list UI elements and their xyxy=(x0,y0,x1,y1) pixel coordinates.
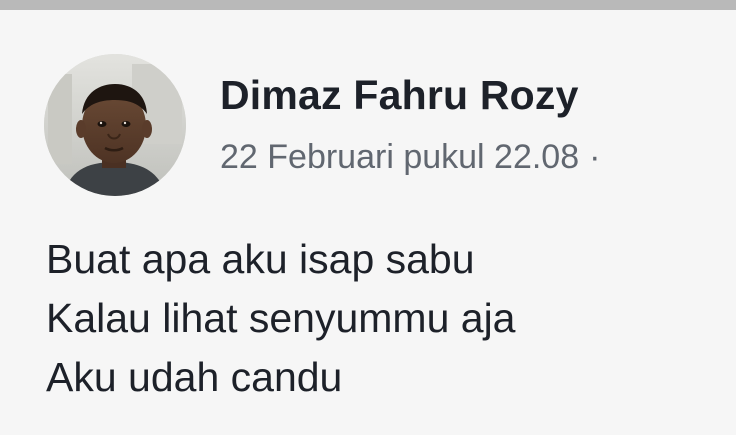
post-meta: 22 Februari pukul 22.08 · xyxy=(220,138,600,177)
post-text: Buat apa aku isap sabu Kalau lihat senyu… xyxy=(46,230,706,407)
post-text-line: Kalau lihat senyummu aja xyxy=(46,295,516,341)
avatar-photo xyxy=(44,54,186,196)
post-timestamp[interactable]: 22 Februari pukul 22.08 xyxy=(220,138,579,176)
top-divider xyxy=(0,0,736,10)
post-text-line: Aku udah candu xyxy=(46,354,343,400)
facebook-post: Dimaz Fahru Rozy 22 Februari pukul 22.08… xyxy=(0,10,736,435)
avatar[interactable] xyxy=(44,54,186,196)
author-name[interactable]: Dimaz Fahru Rozy xyxy=(220,72,579,119)
screenshot: Dimaz Fahru Rozy 22 Februari pukul 22.08… xyxy=(0,0,736,435)
meta-separator: · xyxy=(589,138,601,176)
post-text-line: Buat apa aku isap sabu xyxy=(46,236,475,282)
